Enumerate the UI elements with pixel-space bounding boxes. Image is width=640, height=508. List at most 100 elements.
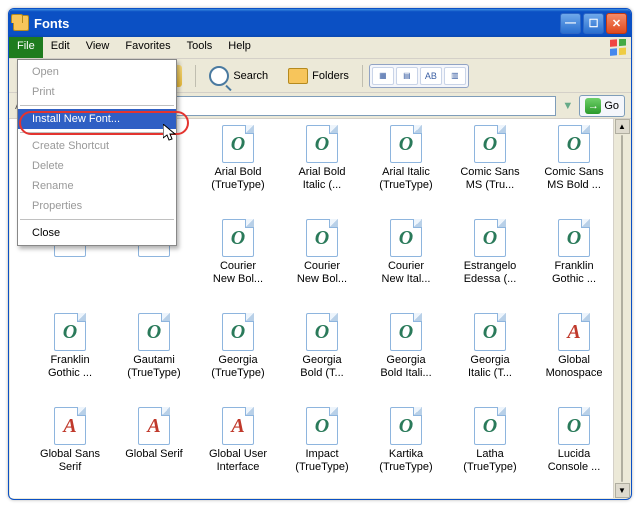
font-item[interactable]: OArial Italic(TrueType) — [366, 125, 446, 215]
menu-item-close[interactable]: Close — [18, 223, 176, 243]
font-label: FranklinGothic ... — [552, 260, 596, 286]
menu-help[interactable]: Help — [220, 37, 259, 58]
font-label: Georgia(TrueType) — [211, 354, 264, 380]
font-label: Impact(TrueType) — [295, 448, 348, 474]
font-item[interactable]: AGlobal SansSerif — [30, 407, 110, 497]
view-similar[interactable]: AB — [420, 67, 442, 85]
menu-item-open: Open — [18, 62, 176, 82]
font-item[interactable]: O Gautami(TrueType) — [114, 313, 194, 403]
font-item[interactable]: OCourierNew Bol... — [198, 219, 278, 309]
font-item[interactable]: OLucidaConsole ... — [534, 407, 614, 497]
view-large-icons[interactable]: ▦ — [372, 67, 394, 85]
raster-a-icon: A — [558, 313, 590, 351]
font-item[interactable]: O GeorgiaBold (T... — [282, 313, 362, 403]
font-item[interactable]: OEstrangeloEdessa (... — [450, 219, 530, 309]
font-item[interactable]: O GeorgiaBold Itali... — [366, 313, 446, 403]
opentype-icon: O — [474, 407, 506, 445]
separator — [195, 65, 196, 87]
opentype-icon: O — [474, 313, 506, 351]
view-list[interactable]: ▤ — [396, 67, 418, 85]
font-label: CourierNew Bol... — [297, 260, 347, 286]
opentype-icon: O — [222, 313, 254, 351]
font-label: Gautami(TrueType) — [127, 354, 180, 380]
opentype-icon: O — [222, 219, 254, 257]
font-label: Arial BoldItalic (... — [298, 166, 345, 192]
opentype-icon: O — [54, 313, 86, 351]
menu-item-delete: Delete — [18, 156, 176, 176]
font-item[interactable]: O Georgia(TrueType) — [198, 313, 278, 403]
font-item[interactable]: O CourierNew Bol... — [282, 219, 362, 309]
go-button[interactable]: → Go — [579, 95, 625, 117]
font-item[interactable]: A GlobalMonospace — [534, 313, 614, 403]
go-icon: → — [585, 98, 601, 114]
window-title: Fonts — [34, 16, 560, 31]
raster-a-icon: A — [222, 407, 254, 445]
windows-logo-icon — [609, 39, 627, 57]
font-label: GeorgiaItalic (T... — [468, 354, 512, 380]
font-label: Comic SansMS (Tru... — [460, 166, 519, 192]
font-item[interactable]: OArial BoldItalic (... — [282, 125, 362, 215]
separator — [362, 65, 363, 87]
view-details[interactable]: ▥ — [444, 67, 466, 85]
opentype-icon: O — [306, 219, 338, 257]
font-label: Kartika(TrueType) — [379, 448, 432, 474]
font-item[interactable]: A Global Serif — [114, 407, 194, 497]
menu-view[interactable]: View — [78, 37, 118, 58]
font-item[interactable]: O Comic SansMS (Tru... — [450, 125, 530, 215]
opentype-icon: O — [306, 313, 338, 351]
folders-label: Folders — [312, 70, 349, 82]
menu-edit[interactable]: Edit — [43, 37, 78, 58]
menu-tools[interactable]: Tools — [179, 37, 221, 58]
opentype-icon: O — [222, 125, 254, 163]
opentype-icon: O — [390, 219, 422, 257]
scroll-down-arrow[interactable]: ▼ — [615, 483, 630, 498]
menu-item-print: Print — [18, 82, 176, 102]
font-item[interactable]: A Global UserInterface — [198, 407, 278, 497]
menu-item-install-new-font[interactable]: Install New Font... — [18, 109, 176, 129]
font-label: GlobalMonospace — [546, 354, 603, 380]
font-label: Latha(TrueType) — [463, 448, 516, 474]
folder-icon — [13, 15, 29, 31]
menu-favorites[interactable]: Favorites — [117, 37, 178, 58]
menu-item-properties: Properties — [18, 196, 176, 216]
opentype-icon: O — [474, 219, 506, 257]
maximize-button[interactable]: ☐ — [583, 13, 604, 34]
font-item[interactable]: O Kartika(TrueType) — [366, 407, 446, 497]
search-button[interactable]: Search — [202, 62, 275, 90]
font-label: Arial Bold(TrueType) — [211, 166, 264, 192]
view-mode-buttons: ▦ ▤ AB ▥ — [369, 64, 469, 88]
opentype-icon: O — [390, 313, 422, 351]
menu-separator — [20, 219, 174, 220]
font-label: GeorgiaBold (T... — [300, 354, 343, 380]
raster-a-icon: A — [138, 407, 170, 445]
opentype-icon: O — [474, 125, 506, 163]
vertical-scrollbar[interactable]: ▲ ▼ — [613, 119, 630, 498]
font-item[interactable]: OCourierNew Ital... — [366, 219, 446, 309]
chevron-down-icon[interactable]: ▼ — [562, 100, 573, 112]
font-item[interactable]: O Arial Bold(TrueType) — [198, 125, 278, 215]
close-button[interactable]: ✕ — [606, 13, 627, 34]
folders-button[interactable]: Folders — [281, 64, 356, 88]
font-item[interactable]: O FranklinGothic ... — [30, 313, 110, 403]
font-item[interactable]: O Latha(TrueType) — [450, 407, 530, 497]
menu-file[interactable]: File — [9, 37, 43, 58]
font-item[interactable]: OComic SansMS Bold ... — [534, 125, 614, 215]
search-icon — [209, 66, 229, 86]
titlebar: Fonts — ☐ ✕ — [9, 9, 631, 37]
minimize-button[interactable]: — — [560, 13, 581, 34]
scroll-up-arrow[interactable]: ▲ — [615, 119, 630, 134]
scroll-thumb[interactable] — [621, 135, 623, 482]
font-item[interactable]: OImpact(TrueType) — [282, 407, 362, 497]
font-item[interactable]: O GeorgiaItalic (T... — [450, 313, 530, 403]
font-item[interactable]: O FranklinGothic ... — [534, 219, 614, 309]
opentype-icon: O — [390, 407, 422, 445]
raster-a-icon: A — [54, 407, 86, 445]
opentype-icon: O — [558, 219, 590, 257]
font-label: GeorgiaBold Itali... — [380, 354, 431, 380]
font-label: Global Serif — [125, 448, 182, 461]
menu-item-rename: Rename — [18, 176, 176, 196]
opentype-icon: O — [138, 313, 170, 351]
font-label: Global UserInterface — [209, 448, 267, 474]
font-label: FranklinGothic ... — [48, 354, 92, 380]
go-label: Go — [604, 100, 619, 112]
